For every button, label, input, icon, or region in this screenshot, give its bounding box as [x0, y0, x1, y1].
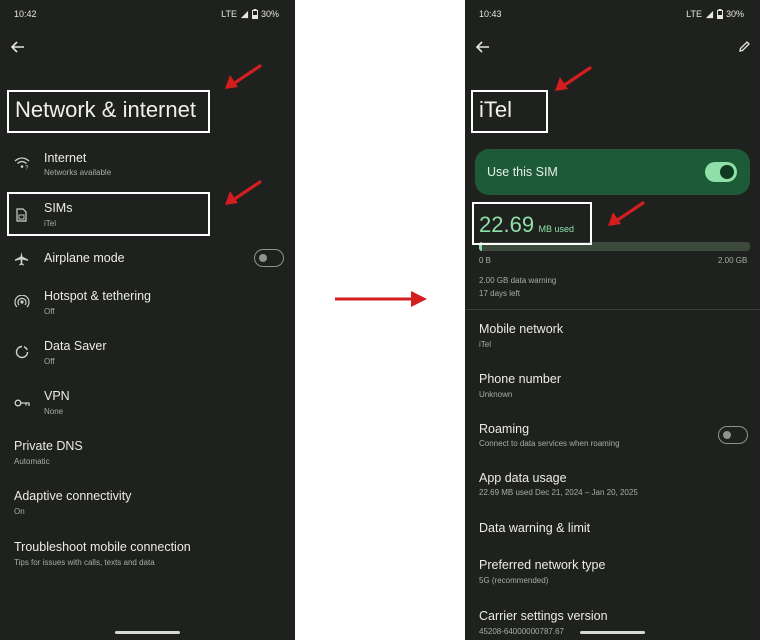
- status-system-icons: LTE 30%: [221, 9, 279, 19]
- network-internet-screen: 10:42 LTE 30% Network & internet ? Inter…: [0, 0, 295, 640]
- use-sim-label: Use this SIM: [487, 165, 558, 179]
- roaming-toggle[interactable]: [718, 426, 748, 444]
- wifi-question-icon: ?: [14, 157, 30, 171]
- item-subtitle: Networks available: [44, 168, 112, 177]
- status-time: 10:43: [479, 9, 502, 19]
- highlight-box-usage: [472, 202, 592, 245]
- toggle-knob: [259, 253, 267, 262]
- gesture-nav-bar[interactable]: [580, 631, 645, 634]
- highlight-box-sims: [7, 192, 210, 236]
- item-title: Mobile network: [479, 322, 564, 336]
- days-left-text: 17 days left: [479, 289, 520, 298]
- item-title: Private DNS: [14, 439, 83, 453]
- airplane-mode-toggle[interactable]: [254, 249, 284, 267]
- item-subtitle: Automatic: [14, 457, 50, 466]
- toggle-knob: [720, 165, 734, 179]
- usage-range-end: 2.00 GB: [718, 256, 748, 265]
- item-title: Internet: [44, 151, 87, 165]
- airplane-icon: [14, 251, 29, 266]
- item-subtitle: 45208-64000000787.67: [479, 627, 564, 636]
- hotspot-icon: [14, 295, 30, 308]
- back-arrow-icon[interactable]: [476, 41, 490, 53]
- annotation-arrow-icon: [608, 201, 645, 226]
- item-subtitle: Off: [44, 307, 55, 316]
- status-network: LTE: [686, 9, 702, 19]
- data-warning-text: 2.00 GB data warning: [479, 276, 557, 285]
- status-battery: 30%: [725, 9, 744, 19]
- status-battery: 30%: [260, 9, 279, 19]
- use-sim-toggle[interactable]: [705, 162, 737, 182]
- item-title: Data Saver: [44, 339, 107, 353]
- item-title: Data warning & limit: [479, 521, 591, 535]
- item-title: Roaming: [479, 422, 530, 436]
- highlight-box-title: [7, 90, 210, 133]
- item-title: Airplane mode: [44, 251, 125, 265]
- transition-arrow-icon: [335, 291, 427, 307]
- battery-icon: [716, 9, 723, 19]
- signal-icon: [240, 10, 249, 18]
- item-subtitle: Off: [44, 357, 55, 366]
- usage-range-start: 0 B: [479, 256, 492, 265]
- item-title: Preferred network type: [479, 558, 606, 572]
- item-subtitle: Connect to data services when roaming: [479, 439, 620, 448]
- svg-text:?: ?: [25, 166, 29, 171]
- data-saver-icon: [15, 345, 29, 359]
- item-subtitle: Tips for issues with calls, texts and da…: [14, 558, 155, 567]
- item-subtitle: On: [14, 507, 25, 516]
- gesture-nav-bar[interactable]: [115, 631, 180, 634]
- item-title: Phone number: [479, 372, 562, 386]
- signal-icon: [705, 10, 714, 18]
- edit-pencil-icon[interactable]: [738, 40, 751, 53]
- item-title: Troubleshoot mobile connection: [14, 540, 191, 554]
- status-bar: 10:42 LTE 30%: [14, 9, 279, 23]
- item-title: Hotspot & tethering: [44, 289, 152, 303]
- item-subtitle: 22.69 MB used Dec 21, 2024 – Jan 20, 202…: [479, 488, 638, 497]
- item-subtitle: None: [44, 407, 64, 416]
- status-bar: 10:43 LTE 30%: [479, 9, 744, 23]
- toggle-knob: [723, 430, 731, 439]
- item-title: Adaptive connectivity: [14, 489, 132, 503]
- vpn-key-icon: [14, 399, 30, 407]
- item-title: App data usage: [479, 471, 567, 485]
- status-time: 10:42: [14, 9, 37, 19]
- item-title: Carrier settings version: [479, 609, 608, 623]
- divider: [465, 309, 760, 310]
- annotation-arrow-icon: [555, 66, 592, 91]
- back-arrow-icon[interactable]: [11, 41, 25, 53]
- status-network: LTE: [221, 9, 237, 19]
- item-title: VPN: [44, 389, 70, 403]
- annotation-arrow-icon: [225, 180, 262, 205]
- item-subtitle: Unknown: [479, 390, 513, 399]
- item-subtitle: 5G (recommended): [479, 576, 549, 585]
- annotation-arrow-icon: [225, 64, 262, 89]
- use-sim-card[interactable]: Use this SIM: [475, 149, 750, 195]
- highlight-box-sim-title: [471, 90, 548, 133]
- item-subtitle: iTel: [479, 340, 492, 349]
- battery-icon: [251, 9, 258, 19]
- status-system-icons: LTE 30%: [686, 9, 744, 19]
